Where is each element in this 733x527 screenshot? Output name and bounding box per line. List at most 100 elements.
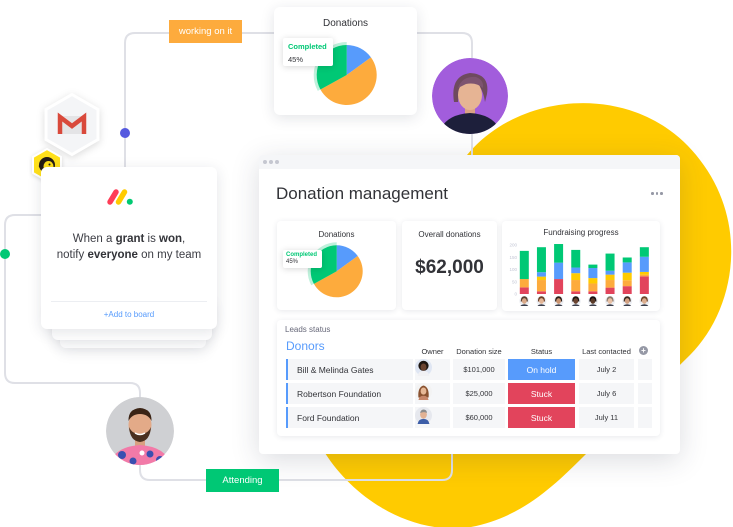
bar-segment-green[interactable]	[519, 250, 529, 280]
bar-segment-orange[interactable]	[519, 279, 529, 288]
last-contacted-cell[interactable]: July 11	[579, 407, 634, 428]
bar-segment-orange[interactable]	[622, 280, 632, 287]
recipe-line-2: notify everyone on my team	[41, 247, 217, 263]
column-header-last-contacted[interactable]: Last contacted	[571, 347, 642, 356]
recipe-target-keyword[interactable]: everyone	[87, 249, 138, 261]
tooltip-label: Completed	[286, 252, 318, 258]
bar-segment-red[interactable]	[571, 291, 581, 294]
bar-segment-yellow[interactable]	[536, 276, 546, 281]
completed-tooltip: Completed 45%	[283, 250, 322, 268]
table-row[interactable]: Bill & Melinda Gates $101,000 On hold Ju…	[277, 359, 660, 380]
donation-size-cell[interactable]: $25,000	[453, 383, 505, 404]
bar-segment-blue[interactable]	[639, 256, 649, 272]
owner-avatar	[415, 407, 432, 424]
widget-title: Overall donations	[418, 230, 481, 239]
bar-segment-yellow[interactable]	[622, 272, 632, 281]
bar-segment-orange[interactable]	[571, 280, 581, 292]
connector-dot-blue	[120, 128, 130, 138]
bar-segment-yellow[interactable]	[588, 278, 598, 284]
group-title-donors[interactable]: Donors	[286, 339, 325, 353]
y-tick-label: 100	[509, 267, 517, 272]
bar-segment-green[interactable]	[588, 264, 598, 269]
attending-label[interactable]: Attending	[206, 469, 279, 492]
window-dot	[269, 160, 273, 164]
window-title-bar	[259, 155, 680, 169]
bar-segment-green[interactable]	[554, 244, 564, 263]
overall-donations-value: $62,000	[415, 257, 484, 278]
bar-segment-blue[interactable]	[605, 270, 615, 275]
bar-segment-orange[interactable]	[605, 280, 615, 288]
bar-segment-blue[interactable]	[571, 267, 581, 274]
recipe-condition-keyword[interactable]: won	[159, 233, 182, 245]
empty-cell[interactable]	[638, 359, 652, 380]
completed-tooltip: Completed 45%	[283, 38, 333, 66]
status-cell[interactable]: Stuck	[508, 407, 575, 428]
fundraising-progress-widget: Fundraising progress 0 50 100 150 200	[502, 221, 660, 311]
board-title: Donation management	[276, 184, 449, 203]
bar-segment-blue[interactable]	[554, 262, 564, 280]
bar-segment-red[interactable]	[554, 279, 564, 294]
empty-cell[interactable]	[638, 407, 652, 428]
owner-cell[interactable]	[415, 383, 450, 404]
donations-widget: Donations Completed 45%	[277, 221, 396, 310]
table-row[interactable]: Robertson Foundation $25,000 Stuck July …	[277, 383, 660, 404]
donor-name-cell[interactable]: Ford Foundation	[286, 407, 413, 428]
last-contacted-cell[interactable]: July 6	[579, 383, 634, 404]
add-column-icon[interactable]: +	[639, 346, 648, 355]
bar-segment-red[interactable]	[536, 291, 546, 294]
widget-title: Leads status	[285, 325, 331, 334]
bar-segment-green[interactable]	[536, 247, 546, 273]
bar-segment-yellow[interactable]	[639, 271, 649, 275]
bar-segment-green[interactable]	[639, 247, 649, 257]
donation-size-cell[interactable]: $101,000	[453, 359, 505, 380]
bar-segment-green[interactable]	[622, 257, 632, 263]
add-to-board-button[interactable]: +Add to board	[41, 310, 217, 319]
table-row[interactable]: Ford Foundation $60,000 Stuck July 11	[277, 407, 660, 428]
team-member-avatar-woman[interactable]	[432, 58, 508, 134]
bar-segment-red[interactable]	[588, 291, 598, 294]
empty-cell[interactable]	[638, 383, 652, 404]
category-avatar	[519, 296, 530, 306]
owner-cell[interactable]	[415, 407, 450, 428]
bar-segment-orange[interactable]	[536, 280, 546, 292]
donations-float-card: Donations Completed 45%	[274, 7, 417, 115]
bar-segment-green[interactable]	[605, 253, 615, 271]
category-avatar	[605, 296, 616, 306]
status-cell[interactable]: On hold	[508, 359, 575, 380]
leads-status-widget: Leads status Donors Owner Donation size …	[277, 320, 660, 436]
card-divider	[51, 301, 207, 302]
tooltip-value: 45%	[286, 259, 299, 265]
bar-segment-yellow[interactable]	[571, 273, 581, 281]
recipe-line-1: When a grant is won,	[41, 231, 217, 247]
bar-segment-green[interactable]	[571, 249, 581, 268]
bar-segment-orange[interactable]	[588, 283, 598, 292]
donor-name-cell[interactable]: Bill & Melinda Gates	[286, 359, 413, 380]
status-cell[interactable]: Stuck	[508, 383, 575, 404]
owner-cell[interactable]	[415, 359, 450, 380]
bar-segment-blue[interactable]	[536, 272, 546, 277]
column-header-donation-size[interactable]: Donation size	[443, 347, 515, 356]
automation-recipe-card[interactable]: When a grant is won, notify everyone on …	[41, 167, 217, 329]
category-avatar	[639, 296, 650, 306]
donation-size-cell[interactable]: $60,000	[453, 407, 505, 428]
bar-segment-orange[interactable]	[639, 274, 649, 277]
bar-segment-red[interactable]	[622, 286, 632, 294]
bar-segment-blue[interactable]	[622, 262, 632, 273]
monday-logo-icon	[107, 189, 133, 205]
bar-segment-red[interactable]	[605, 287, 615, 294]
more-icon[interactable]	[651, 192, 663, 195]
bar-segment-red[interactable]	[639, 276, 649, 294]
recipe-trigger-keyword[interactable]: grant	[116, 233, 145, 245]
donor-name-cell[interactable]: Robertson Foundation	[286, 383, 413, 404]
last-contacted-cell[interactable]: July 2	[579, 359, 634, 380]
working-on-it-label[interactable]: working on it	[169, 20, 242, 43]
team-member-avatar-man[interactable]	[106, 397, 174, 465]
category-avatar	[570, 296, 581, 306]
bar-segment-blue[interactable]	[588, 268, 598, 279]
column-header-status[interactable]: Status	[508, 347, 575, 356]
connector-line	[139, 465, 206, 481]
connector-line	[417, 32, 473, 58]
recipe-text: notify	[56, 249, 88, 261]
bar-segment-yellow[interactable]	[605, 274, 615, 281]
bar-segment-red[interactable]	[519, 287, 529, 294]
